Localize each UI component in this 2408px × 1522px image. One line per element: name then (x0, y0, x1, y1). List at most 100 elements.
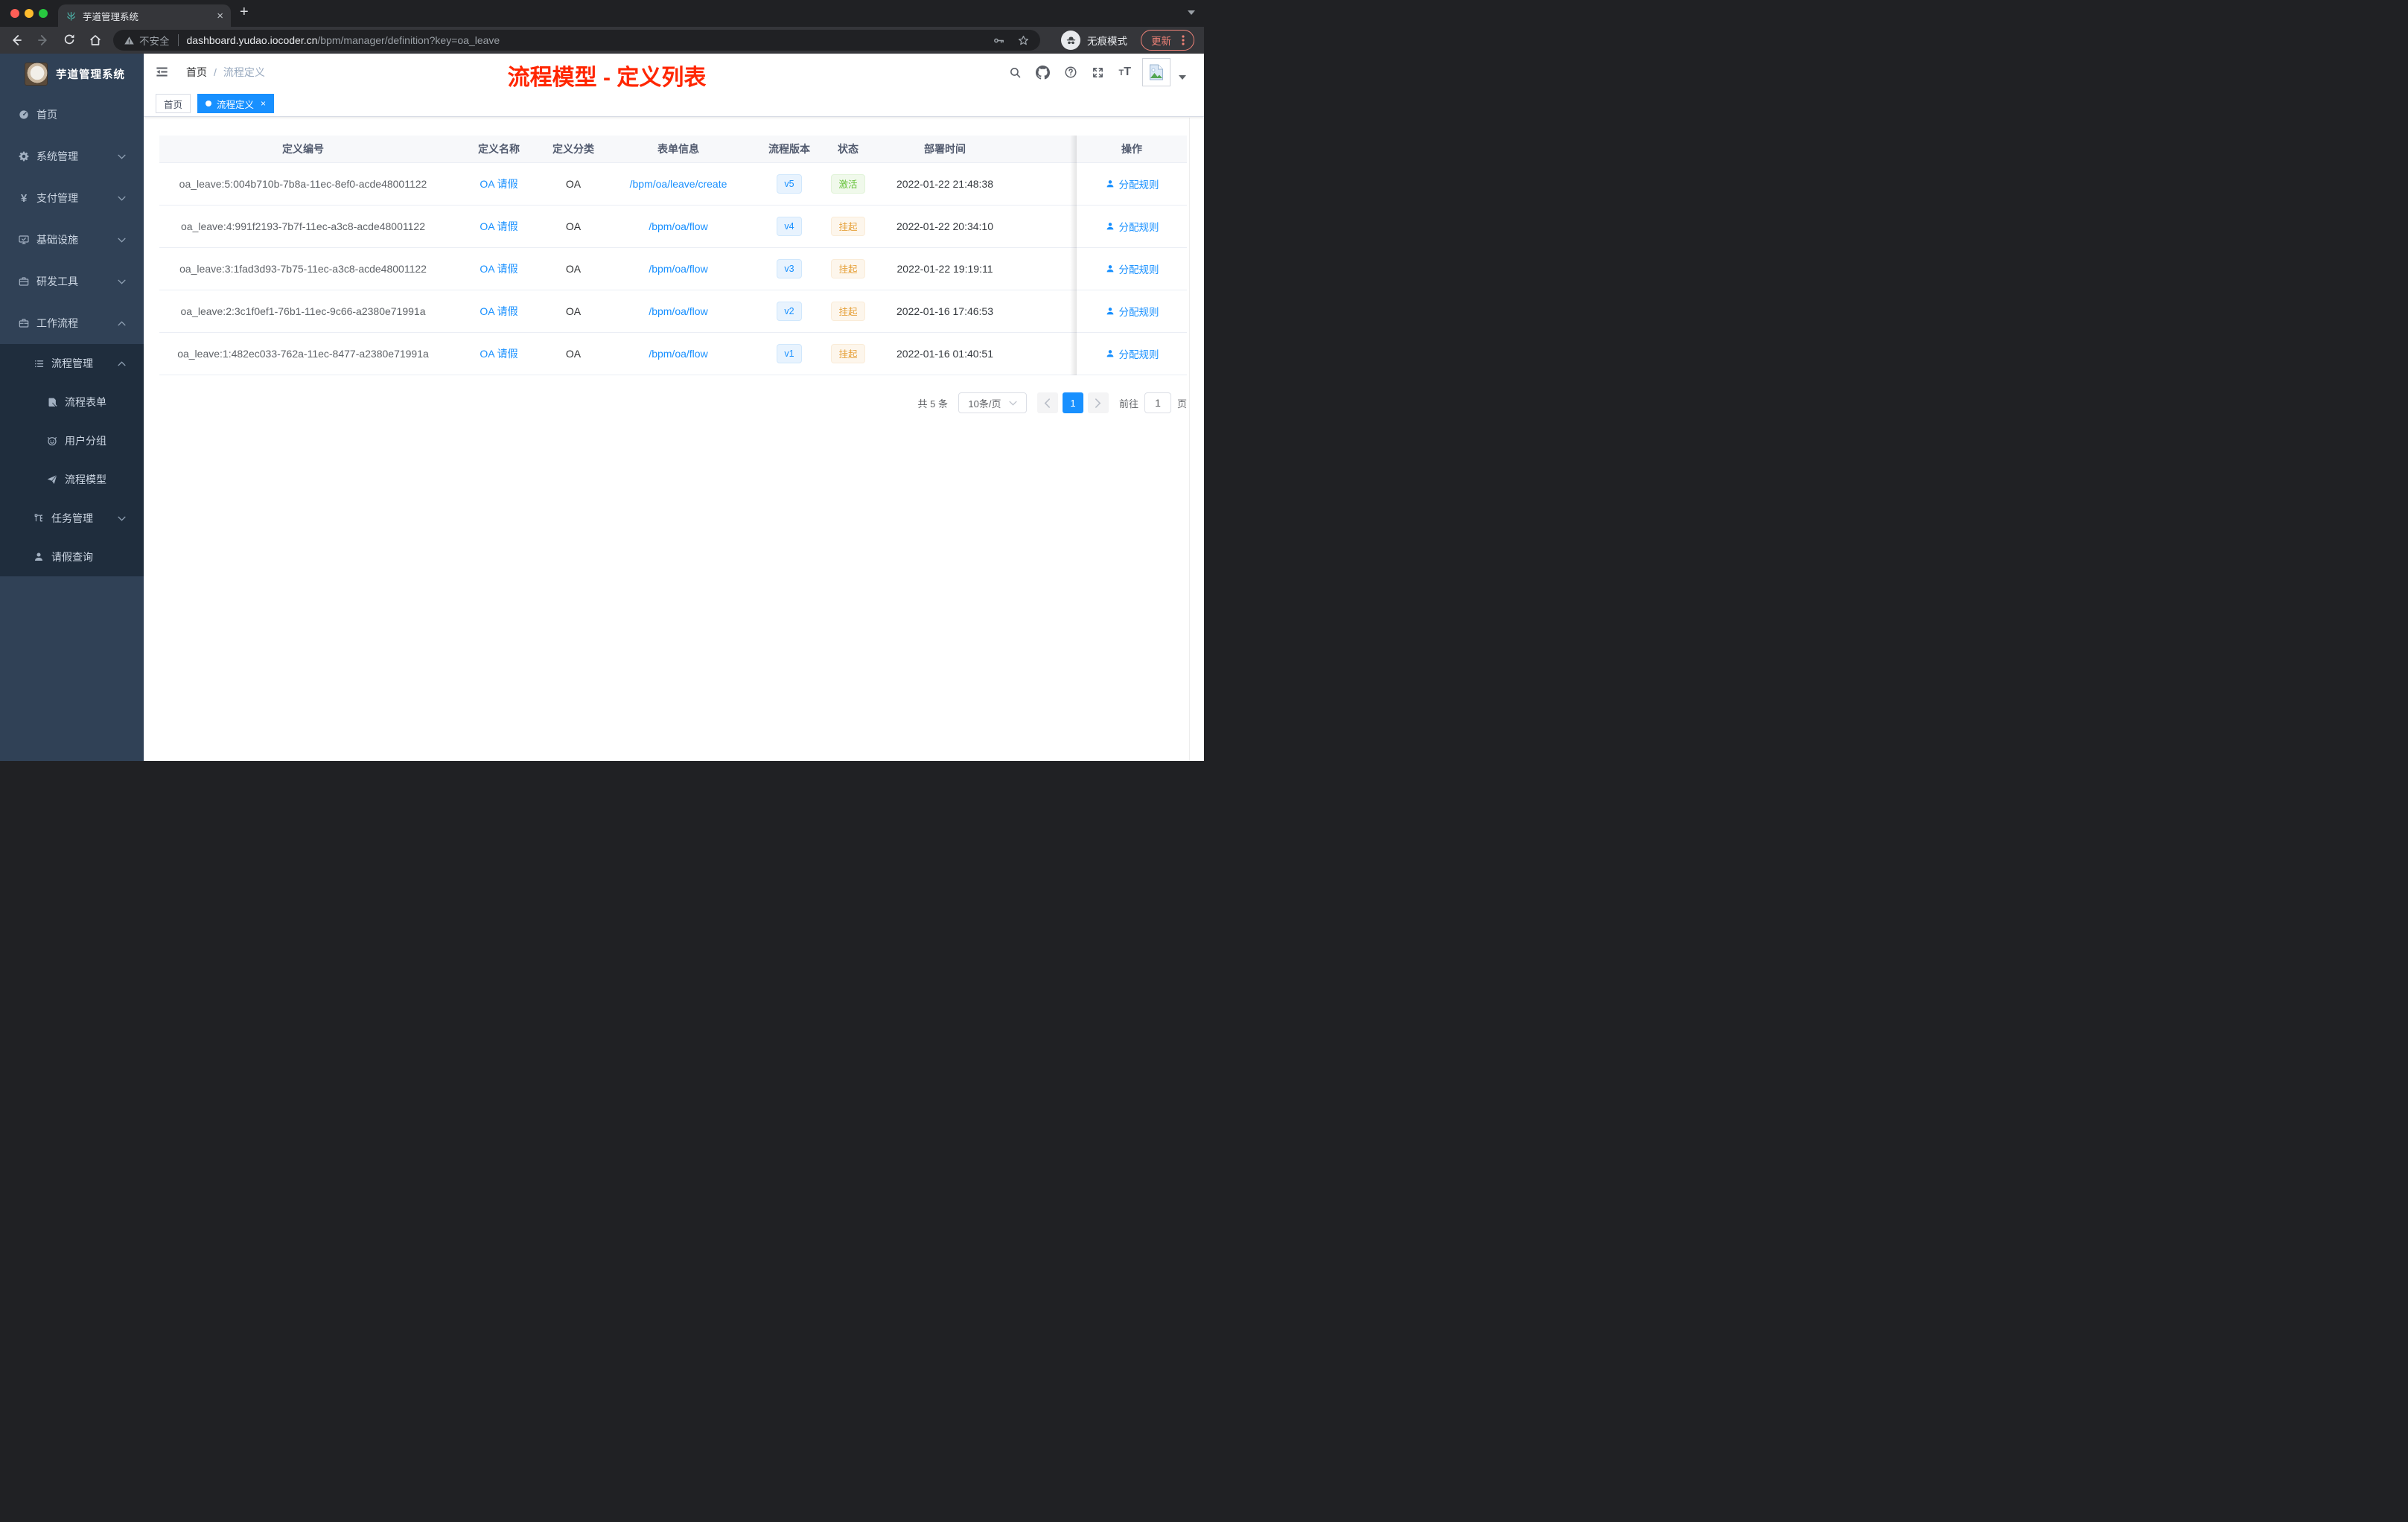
version-tag: v2 (777, 301, 802, 321)
table-row: oa_leave:4:991f2193-7b7f-11ec-a3c8-acde4… (159, 205, 1187, 248)
security-label[interactable]: 不安全 (139, 33, 170, 48)
avatar-caret-down-icon[interactable] (1179, 75, 1186, 80)
bookmark-star-icon[interactable] (1017, 34, 1030, 47)
sidebar-item-user-group[interactable]: 用户分组 (0, 421, 144, 460)
page-number-button[interactable]: 1 (1062, 392, 1083, 413)
reload-icon[interactable] (62, 33, 77, 48)
logo-row[interactable]: 芋道管理系统 (0, 54, 144, 94)
url-path[interactable]: /bpm/manager/definition?key=oa_leave (317, 34, 981, 46)
chevron-down-icon (118, 279, 126, 284)
maximize-window-button[interactable] (39, 9, 48, 18)
search-icon[interactable] (1009, 66, 1022, 79)
sidebar-item-leave-query[interactable]: 请假查询 (0, 538, 144, 576)
assign-rule-link[interactable]: 分配规则 (1105, 261, 1159, 276)
assign-rule-link[interactable]: 分配规则 (1105, 176, 1159, 191)
browser-toolbar: 不安全 dashboard.yudao.iocoder.cn/bpm/manag… (0, 27, 1204, 54)
window-controls[interactable] (10, 9, 48, 18)
chevron-down-icon (118, 516, 126, 521)
pagination: 共 5 条 10条/页 1 前往 1 页 (918, 392, 1187, 413)
security-warning-icon[interactable] (124, 35, 135, 46)
user-avatar[interactable] (1142, 58, 1170, 86)
kebab-menu-icon[interactable] (1178, 34, 1188, 46)
active-tag-dot (206, 101, 212, 106)
sidebar-item-label: 系统管理 (36, 150, 78, 162)
url-host[interactable]: dashboard.yudao.iocoder.cn (187, 34, 318, 46)
deploy-time: 2022-01-22 19:19:11 (896, 262, 993, 275)
assign-rule-link[interactable]: 分配规则 (1105, 304, 1159, 319)
forward-icon[interactable] (36, 33, 51, 48)
sidebar-item-label: 研发工具 (36, 276, 78, 287)
minimize-window-button[interactable] (25, 9, 34, 18)
fullscreen-icon[interactable] (1092, 66, 1104, 79)
hamburger-icon[interactable] (155, 65, 169, 83)
form-link[interactable]: /bpm/oa/leave/create (630, 178, 727, 190)
assign-rule-link[interactable]: 分配规则 (1105, 219, 1159, 234)
top-navbar: 首页 / 流程定义 流程模型 - 定义列表 TT (144, 54, 1204, 91)
form-link[interactable]: /bpm/oa/flow (649, 263, 707, 275)
column-header: 状态 (818, 136, 879, 163)
prev-page-button[interactable] (1036, 392, 1058, 413)
fontsize-icon[interactable]: TT (1118, 66, 1131, 78)
tag-close-icon[interactable]: × (261, 99, 266, 108)
toolbox-icon (18, 276, 30, 287)
sidebar-item-payment[interactable]: ¥ 支付管理 (0, 177, 144, 219)
form-link[interactable]: /bpm/oa/flow (649, 305, 707, 317)
tab-close-icon[interactable]: × (217, 10, 223, 22)
github-icon[interactable] (1036, 65, 1051, 80)
form-link[interactable]: /bpm/oa/flow (649, 348, 707, 360)
filler-cell (1011, 290, 1077, 333)
sidebar-item-process-form[interactable]: 流程表单 (0, 383, 144, 421)
chevron-up-icon (118, 320, 126, 326)
url-bar[interactable]: 不安全 dashboard.yudao.iocoder.cn/bpm/manag… (113, 30, 1040, 51)
breadcrumb-home[interactable]: 首页 (186, 65, 207, 80)
definition-name-link[interactable]: OA 请假 (480, 178, 517, 190)
home-icon[interactable] (88, 33, 103, 48)
filler-header (1011, 136, 1077, 163)
user-icon (1105, 179, 1115, 189)
filler-cell (1011, 205, 1077, 248)
deploy-time: 2022-01-22 20:34:10 (896, 220, 993, 232)
user-icon (1105, 221, 1115, 232)
passwords-key-icon[interactable] (993, 34, 1005, 47)
tab-search-caret-icon[interactable] (1188, 10, 1195, 15)
definition-name-link[interactable]: OA 请假 (480, 220, 517, 232)
seedling-favicon-icon (66, 10, 77, 22)
tag-process-definition[interactable]: 流程定义 × (197, 94, 275, 113)
page-size-select[interactable]: 10条/页 (958, 392, 1027, 413)
chevron-down-icon (1008, 401, 1017, 406)
user-icon (1105, 306, 1115, 316)
new-tab-button[interactable]: + (240, 4, 249, 21)
browser-tab[interactable]: 芋道管理系统 × (58, 4, 231, 27)
update-menu-button[interactable]: 更新 (1141, 30, 1194, 51)
definition-category: OA (565, 177, 582, 190)
sidebar-item-process-manage[interactable]: 流程管理 (0, 344, 144, 383)
sidebar-item-label: 流程表单 (65, 396, 106, 408)
sidebar-item-infrastructure[interactable]: 基础设施 (0, 219, 144, 261)
page-jumper-input[interactable]: 1 (1144, 392, 1171, 413)
paper-plane-icon (46, 474, 58, 485)
form-link[interactable]: /bpm/oa/flow (649, 220, 707, 232)
close-window-button[interactable] (10, 9, 19, 18)
sidebar-item-workflow[interactable]: 工作流程 (0, 302, 144, 344)
tag-home[interactable]: 首页 (156, 94, 191, 113)
chevron-down-icon (118, 154, 126, 159)
url-divider (177, 34, 179, 46)
sidebar-item-label: 支付管理 (36, 192, 78, 204)
back-icon[interactable] (9, 33, 24, 48)
definition-name-link[interactable]: OA 请假 (480, 348, 517, 360)
next-page-button[interactable] (1087, 392, 1109, 413)
sidebar-item-task-manage[interactable]: 任务管理 (0, 499, 144, 538)
definition-name-link[interactable]: OA 请假 (480, 263, 517, 275)
scrollbar-gutter (1189, 118, 1190, 761)
tree-icon (33, 512, 45, 524)
sidebar-item-dev-tools[interactable]: 研发工具 (0, 261, 144, 302)
question-icon[interactable] (1064, 66, 1077, 79)
user-icon (33, 551, 45, 563)
definition-id: oa_leave:1:482ec033-762a-11ec-8477-a2380… (177, 347, 429, 360)
sidebar-item-home[interactable]: 首页 (0, 94, 144, 136)
sidebar-item-system[interactable]: 系统管理 (0, 136, 144, 177)
assign-rule-link[interactable]: 分配规则 (1105, 346, 1159, 361)
update-label[interactable]: 更新 (1151, 33, 1171, 48)
definition-name-link[interactable]: OA 请假 (480, 305, 517, 317)
sidebar-item-process-model[interactable]: 流程模型 (0, 460, 144, 499)
